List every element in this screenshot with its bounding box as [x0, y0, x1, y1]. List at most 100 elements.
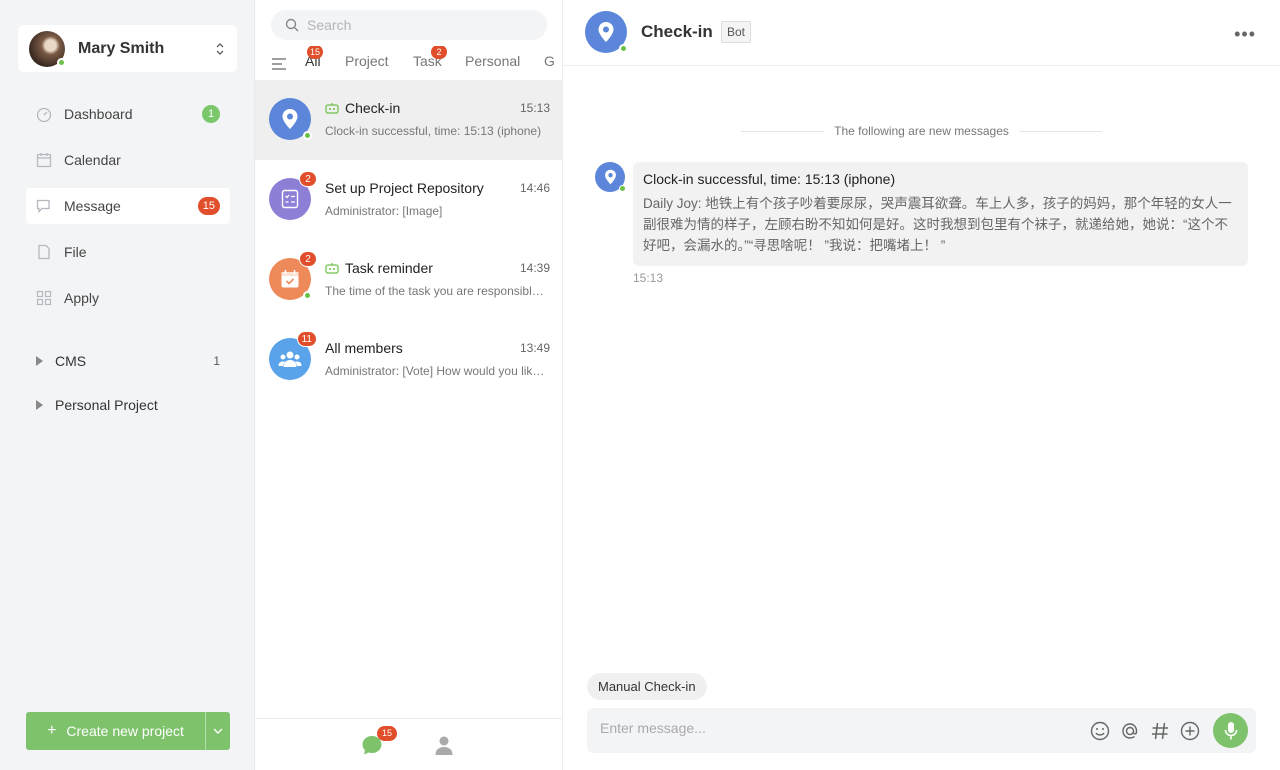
user-name: Mary Smith	[78, 39, 165, 57]
caret-right-icon	[36, 400, 43, 410]
avatar	[29, 30, 66, 67]
online-status-dot	[303, 131, 312, 140]
tab-label: G	[544, 53, 555, 69]
chat-pane: Check-in Bot ••• The following are new m…	[563, 0, 1280, 770]
manual-check-in-button[interactable]: Manual Check-in	[587, 673, 707, 700]
tab-badge: 15	[307, 46, 324, 59]
caret-right-icon	[36, 356, 43, 366]
sidebar-item-label: Message	[64, 198, 121, 214]
conversation-list: All 15 Project Task 2 Personal G Check-i…	[255, 0, 563, 770]
conversation-title-text: Check-in	[345, 100, 401, 116]
conversation-avatar: 2	[269, 251, 317, 300]
conversation-title: Set up Project Repository	[325, 180, 484, 196]
conversation-title: All members	[325, 340, 403, 356]
sidebar-item-dashboard[interactable]: Dashboard 1	[26, 96, 230, 132]
search-input[interactable]	[307, 17, 527, 33]
tab-task[interactable]: Task 2	[413, 46, 447, 69]
chat-unread-badge: 15	[377, 726, 397, 741]
notification-badge: 1	[202, 105, 220, 123]
message-title: Clock-in successful, time: 15:13 (iphone…	[643, 171, 896, 187]
tab-group[interactable]: G	[544, 53, 555, 69]
hashtag-icon[interactable]	[1149, 720, 1171, 742]
conversation-avatar: 2	[269, 171, 317, 220]
contacts-icon[interactable]	[433, 734, 455, 756]
conversation-avatar	[269, 98, 312, 140]
message-bubble: Clock-in successful, time: 15:13 (iphone…	[633, 162, 1248, 266]
conversation-title-text: Task reminder	[345, 260, 433, 276]
chevron-down-icon	[213, 728, 223, 734]
sidebar-item-apply[interactable]: Apply	[26, 280, 230, 316]
conversation-item-check-in[interactable]: Check-in 15:13 Clock-in successful, time…	[255, 80, 563, 160]
microphone-icon	[1224, 721, 1237, 739]
online-status-dot	[619, 185, 626, 192]
tab-label: Personal	[465, 53, 521, 69]
sidebar: Mary Smith Dashboard 1 Calendar Message …	[0, 0, 255, 770]
tab-all[interactable]: All 15	[305, 46, 324, 69]
sidebar-item-label: Calendar	[64, 152, 121, 168]
conversation-item-all-members[interactable]: 11 All members 13:49 Administrator: [Vot…	[255, 320, 563, 400]
conversation-preview: Administrator: [Image]	[325, 204, 443, 218]
conversation-time: 13:49	[519, 341, 550, 355]
filter-tabs: All 15 Project Task 2 Personal G	[255, 46, 563, 76]
notification-badge: 15	[197, 197, 220, 215]
calendar-icon	[36, 153, 52, 168]
tab-personal[interactable]: Personal	[465, 53, 520, 69]
checklist-icon	[281, 189, 299, 209]
new-messages-divider: The following are new messages	[741, 124, 1103, 138]
conversation-footer: 15	[255, 718, 563, 770]
unread-badge: 11	[296, 331, 317, 347]
mention-icon[interactable]	[1119, 720, 1141, 742]
group-label: CMS	[55, 353, 87, 369]
chat-title: Check-in	[641, 22, 713, 41]
conversation-item-set-up-project-repository[interactable]: 2 Set up Project Repository 14:46 Admini…	[255, 160, 563, 240]
create-project-label: Create new project	[66, 723, 184, 739]
message-body: Daily Joy: 地铁上有个孩子吵着要尿尿，哭声震耳欲聋。车上人多，孩子的妈…	[643, 196, 1232, 253]
online-status-dot	[57, 57, 66, 67]
conversation-avatar: 11	[269, 331, 317, 380]
message-icon	[36, 199, 50, 214]
chat-header: Check-in Bot •••	[563, 0, 1280, 66]
apps-icon	[36, 290, 52, 306]
tab-project[interactable]: Project	[345, 53, 389, 69]
conversation-time: 14:39	[519, 261, 550, 275]
tab-label: Project	[345, 53, 389, 69]
group-cms[interactable]: CMS 1	[36, 351, 220, 371]
chevron-up-down-icon	[216, 43, 224, 55]
create-project-button[interactable]: + Create new project	[26, 712, 205, 750]
robot-icon	[325, 103, 339, 114]
more-options-icon[interactable]: •••	[1234, 24, 1256, 45]
message-composer	[587, 708, 1256, 753]
user-switcher[interactable]: Mary Smith	[18, 25, 237, 72]
group-icon	[278, 351, 302, 367]
sidebar-item-message[interactable]: Message 15	[26, 188, 230, 224]
search-icon	[285, 18, 299, 32]
group-label: Personal Project	[55, 397, 158, 413]
sidebar-item-calendar[interactable]: Calendar	[26, 142, 230, 178]
sidebar-item-file[interactable]: File	[26, 234, 230, 270]
message-time: 15:13	[633, 271, 664, 285]
unread-badge: 2	[299, 171, 317, 187]
bot-tag: Bot	[721, 21, 752, 43]
chat-avatar[interactable]	[585, 11, 628, 53]
location-pin-icon	[598, 22, 614, 42]
group-count: 1	[213, 354, 220, 368]
voice-message-button[interactable]	[1213, 713, 1248, 748]
create-project-dropdown[interactable]	[205, 712, 230, 750]
conversation-title: Check-in	[325, 100, 400, 116]
search-bar	[271, 10, 547, 40]
emoji-icon[interactable]	[1089, 720, 1111, 742]
message-sender-avatar[interactable]	[595, 162, 626, 192]
online-status-dot	[619, 44, 628, 53]
add-circle-icon[interactable]	[1179, 720, 1201, 742]
list-menu-icon[interactable]	[272, 58, 286, 70]
unread-badge: 2	[299, 251, 317, 267]
conversation-item-task-reminder[interactable]: 2 Task reminder 14:39 The time of the ta…	[255, 240, 563, 320]
sidebar-nav: Dashboard 1 Calendar Message 15 File App…	[26, 96, 230, 326]
message-input[interactable]	[600, 720, 1070, 736]
location-pin-icon	[282, 109, 298, 129]
conversation-title-text: All members	[325, 340, 403, 356]
file-icon	[38, 244, 50, 260]
conversation-preview: Administrator: [Vote] How would you like…	[325, 364, 549, 378]
conversation-preview: The time of the task you are responsible…	[325, 284, 549, 298]
group-personal-project[interactable]: Personal Project	[36, 395, 220, 415]
